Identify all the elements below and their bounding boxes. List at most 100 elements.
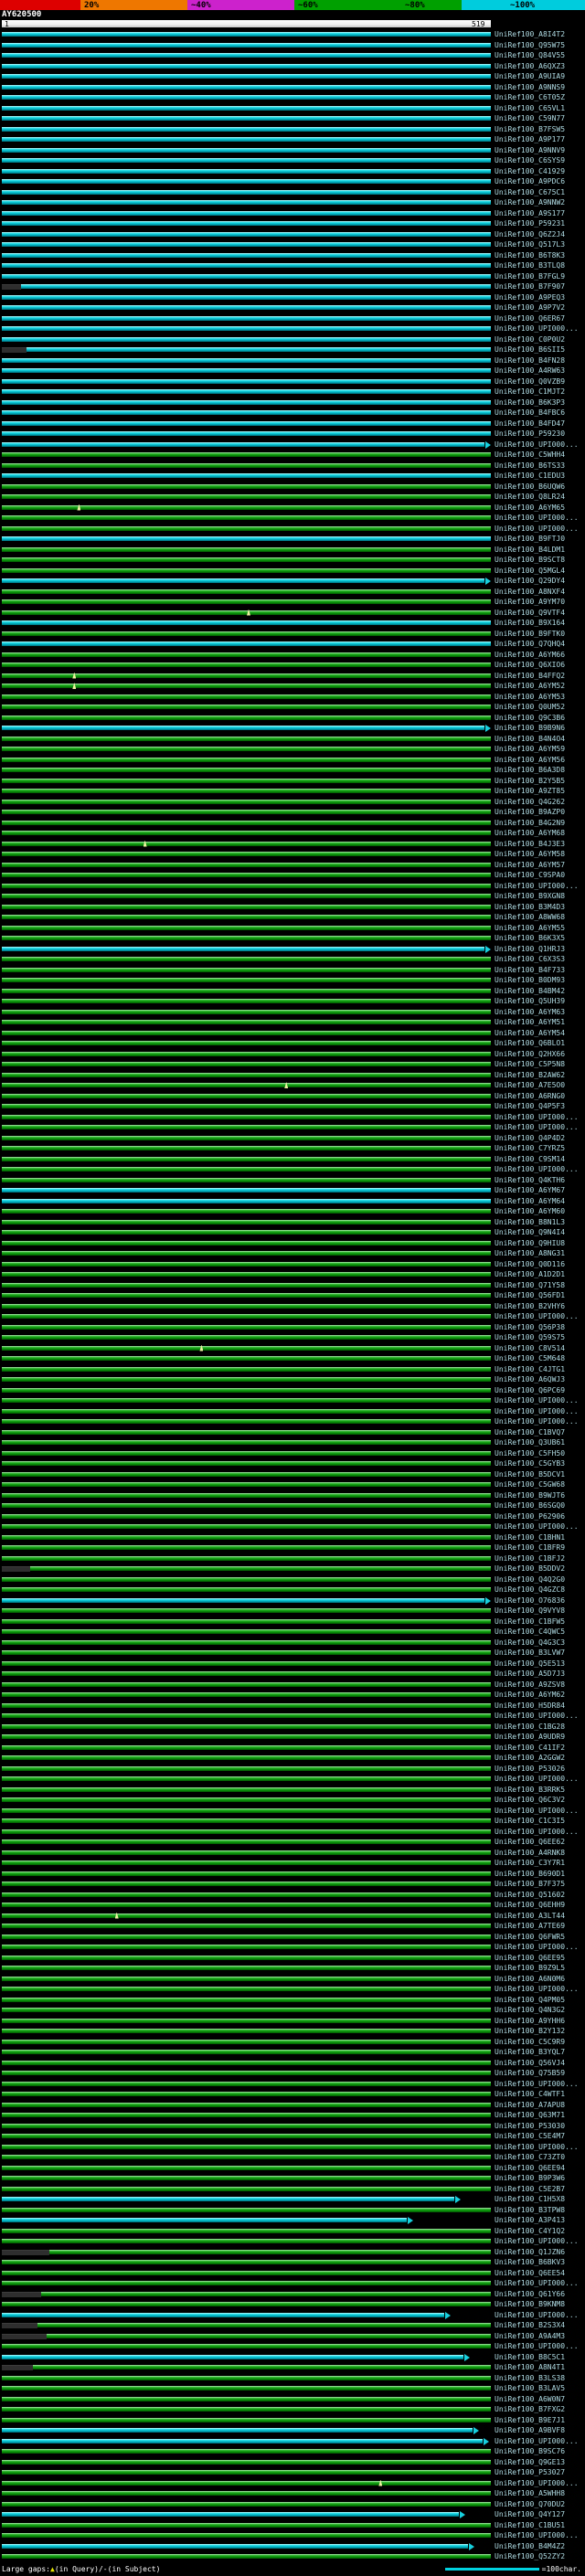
hit-bar[interactable] — [2, 925, 491, 930]
hit-bar[interactable] — [2, 1093, 491, 1098]
hit-bar[interactable] — [2, 1020, 491, 1024]
hit-label[interactable]: UniRef100_C59N77 — [495, 114, 565, 123]
hit-label[interactable]: UniRef100_C9SPA0 — [495, 871, 565, 880]
hit-label[interactable]: UniRef100_A6YM56 — [495, 756, 565, 765]
hit-label[interactable]: UniRef100_B4FD47 — [495, 419, 565, 429]
hit-bar[interactable] — [2, 1356, 491, 1361]
hit-label[interactable]: UniRef100_Q56FD1 — [495, 1291, 565, 1300]
hit-bar[interactable] — [2, 1723, 491, 1729]
hit-bar[interactable] — [2, 1114, 491, 1119]
hit-bar[interactable] — [2, 946, 484, 951]
hit-label[interactable]: UniRef100_C5FH50 — [495, 1449, 565, 1458]
hit-label[interactable]: UniRef100_B7F907 — [495, 282, 565, 292]
hit-label[interactable]: UniRef100_B3YQL7 — [495, 2048, 565, 2057]
hit-label[interactable]: UniRef100_B4BM42 — [495, 987, 565, 996]
hit-label[interactable]: UniRef100_C0P0U2 — [495, 335, 565, 345]
hit-bar[interactable] — [2, 1177, 491, 1182]
hit-label[interactable]: UniRef100_B4N4O4 — [495, 735, 565, 744]
hit-label[interactable]: UniRef100_C5P5N8 — [495, 1060, 565, 1069]
hit-label[interactable]: UniRef100_A9YM70 — [495, 598, 565, 607]
hit-bar[interactable] — [2, 578, 484, 583]
hit-label[interactable]: UniRef100_Q6FWR5 — [495, 1933, 565, 1942]
hit-label[interactable]: UniRef100_B6T8K3 — [495, 251, 565, 260]
hit-label[interactable]: UniRef100_A6YM63 — [495, 1008, 565, 1017]
hit-bar[interactable] — [2, 420, 491, 426]
hit-label[interactable]: UniRef100_B6A3D8 — [495, 766, 565, 775]
hit-label[interactable]: UniRef100_C5WHH4 — [495, 451, 565, 460]
hit-label[interactable]: UniRef100_UPI000... — [495, 1396, 579, 1405]
hit-label[interactable]: UniRef100_B3RRK5 — [495, 1786, 565, 1795]
hit-label[interactable]: UniRef100_B4J3E3 — [495, 840, 565, 849]
hit-bar[interactable] — [2, 2113, 491, 2117]
hit-label[interactable]: UniRef100_B9FTJ0 — [495, 535, 565, 544]
hit-bar[interactable] — [2, 778, 491, 783]
hit-label[interactable]: UniRef100_B9SC76 — [495, 2447, 565, 2456]
hit-bar[interactable] — [2, 599, 491, 604]
hit-label[interactable]: UniRef100_Q517L3 — [495, 240, 565, 249]
hit-bar[interactable] — [2, 1608, 491, 1613]
hit-label[interactable]: UniRef100_C675C1 — [495, 188, 565, 197]
hit-bar[interactable] — [2, 1387, 491, 1393]
hit-label[interactable]: UniRef100_C4QWC5 — [495, 1627, 565, 1637]
hit-bar[interactable] — [2, 1156, 491, 1161]
hit-label[interactable]: UniRef100_Q6EE54 — [495, 2269, 565, 2278]
hit-bar[interactable] — [2, 1209, 491, 1214]
hit-bar[interactable] — [2, 242, 491, 247]
hit-label[interactable]: UniRef100_Q6PC69 — [495, 1386, 565, 1395]
hit-label[interactable]: UniRef100_B2VHY6 — [495, 1302, 565, 1311]
hit-bar[interactable] — [2, 2407, 491, 2412]
hit-bar[interactable] — [2, 757, 491, 762]
hit-bar[interactable] — [2, 1924, 491, 1928]
hit-bar[interactable] — [2, 2207, 491, 2212]
hit-bar[interactable] — [2, 631, 491, 636]
hit-bar[interactable] — [2, 1167, 491, 1171]
hit-label[interactable]: UniRef100_UPI000... — [495, 1407, 579, 1416]
hit-label[interactable]: UniRef100_Q4P4D2 — [495, 1134, 565, 1143]
hit-label[interactable]: UniRef100_B9SCT8 — [495, 556, 565, 565]
hit-label[interactable]: UniRef100_B7FXG2 — [495, 2405, 565, 2414]
hit-bar[interactable] — [2, 1419, 491, 1424]
hit-label[interactable]: UniRef100_B6K3P3 — [495, 398, 565, 408]
hit-label[interactable]: UniRef100_Q4G262 — [495, 798, 565, 807]
hit-bar[interactable] — [2, 799, 491, 804]
hit-bar[interactable] — [2, 852, 491, 856]
hit-label[interactable]: UniRef100_A6YM68 — [495, 829, 565, 838]
hit-bar[interactable] — [2, 2522, 491, 2528]
hit-label[interactable]: UniRef100_UPI000... — [495, 324, 579, 334]
hit-bar[interactable] — [2, 1903, 491, 1907]
hit-label[interactable]: UniRef100_A9YHH6 — [495, 2017, 565, 2026]
hit-bar[interactable] — [2, 915, 491, 919]
hit-bar[interactable] — [2, 1188, 491, 1193]
hit-label[interactable]: UniRef100_A6YM53 — [495, 693, 565, 702]
hit-bar[interactable] — [2, 936, 491, 940]
hit-label[interactable]: UniRef100_B7FGL9 — [495, 272, 565, 281]
hit-bar[interactable] — [2, 736, 491, 741]
hit-label[interactable]: UniRef100_A6YM67 — [495, 1186, 565, 1195]
hit-label[interactable]: UniRef100_A9BVF8 — [495, 2426, 565, 2435]
hit-label[interactable]: UniRef100_C1MJT2 — [495, 387, 565, 397]
hit-bar[interactable] — [2, 2344, 491, 2348]
hit-bar[interactable] — [2, 967, 491, 972]
hit-bar[interactable] — [2, 305, 491, 310]
hit-label[interactable]: UniRef100_B4G2N9 — [495, 819, 565, 828]
hit-bar[interactable] — [2, 1555, 491, 1561]
hit-bar[interactable] — [2, 2186, 491, 2191]
hit-label[interactable]: UniRef100_C1C3I5 — [495, 1817, 565, 1826]
hit-bar[interactable] — [2, 1818, 491, 1823]
hit-bar[interactable] — [2, 1534, 491, 1540]
hit-bar[interactable] — [33, 2365, 491, 2369]
hit-bar[interactable] — [2, 2081, 491, 2086]
hit-bar[interactable] — [2, 2197, 454, 2201]
hit-label[interactable]: UniRef100_A5D7J3 — [495, 1670, 565, 1679]
hit-bar[interactable] — [2, 641, 491, 646]
hit-label[interactable]: UniRef100_Q6BLO1 — [495, 1039, 565, 1048]
hit-label[interactable]: UniRef100_Q4P5F3 — [495, 1102, 565, 1111]
hit-label[interactable]: UniRef100_Q4GZC8 — [495, 1585, 565, 1595]
hit-label[interactable]: UniRef100_B0DM93 — [495, 976, 565, 985]
hit-label[interactable]: UniRef100_B6SGQ0 — [495, 1501, 565, 1511]
hit-bar[interactable] — [2, 820, 491, 825]
hit-label[interactable]: UniRef100_Q9C3B6 — [495, 714, 565, 723]
hit-bar[interactable] — [2, 116, 491, 121]
hit-bar[interactable] — [2, 2008, 491, 2012]
hit-label[interactable]: UniRef100_Q5MGL4 — [495, 567, 565, 576]
